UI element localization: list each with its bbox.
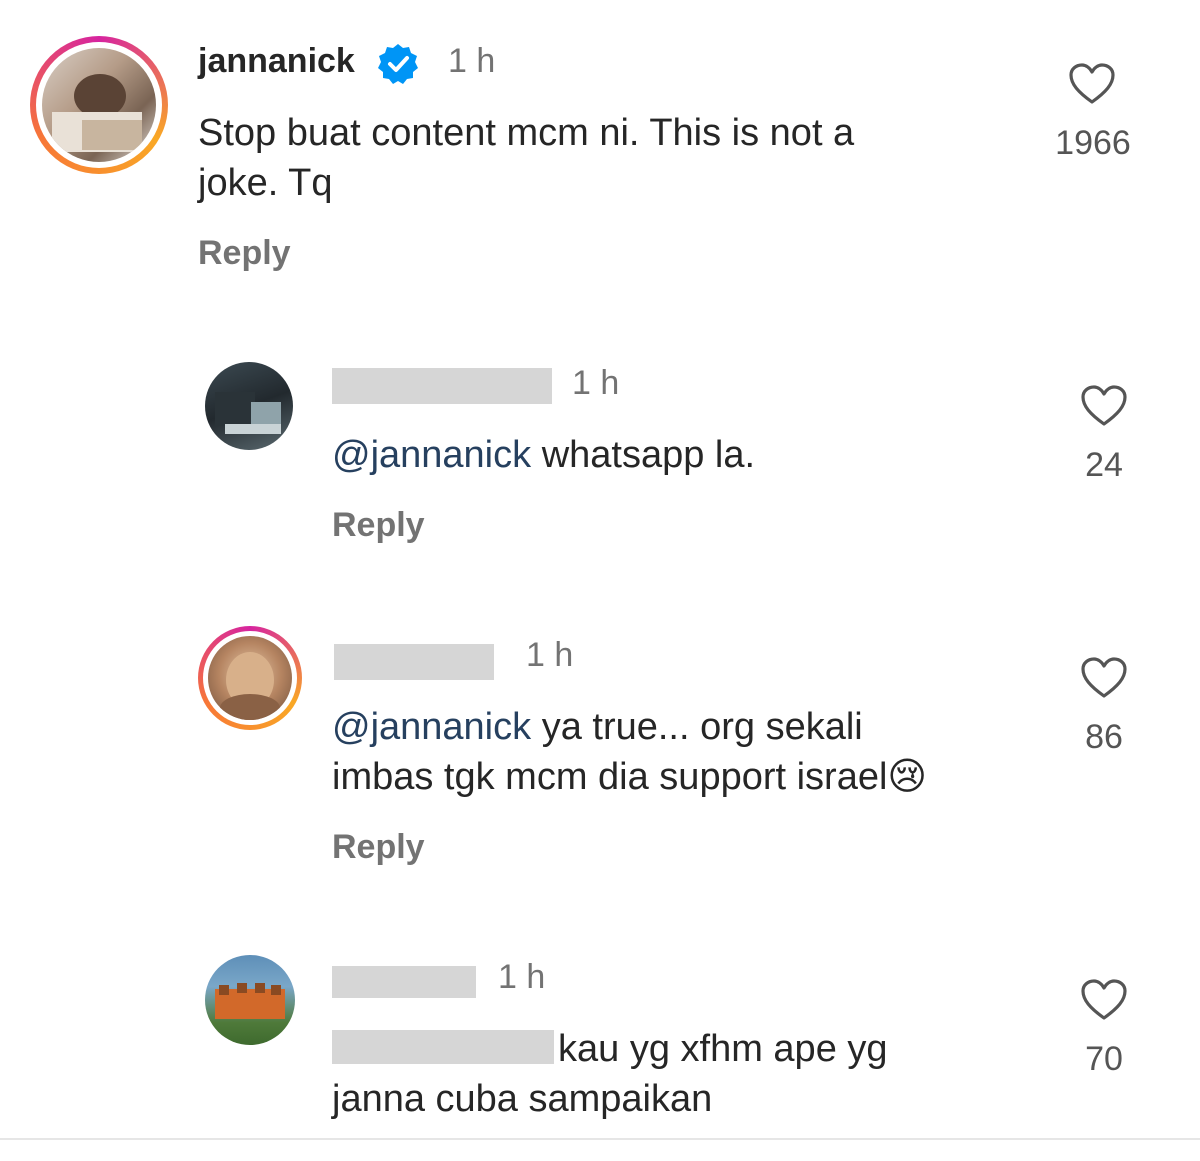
comment-body: ya true... org sekali <box>531 706 863 748</box>
comment-text-line: Stop buat content mcm ni. This is not a <box>198 112 855 154</box>
timestamp: 1 h <box>526 636 574 674</box>
username[interactable]: jannanick <box>198 42 355 81</box>
like-count: 86 <box>1085 718 1123 756</box>
reply-button[interactable]: Reply <box>332 828 425 867</box>
bottom-divider <box>0 1138 1200 1140</box>
reply-button[interactable]: Reply <box>332 506 425 545</box>
redacted-username <box>332 368 552 404</box>
timestamp: 1 h <box>572 364 620 402</box>
heart-outline-icon[interactable] <box>1068 62 1116 106</box>
comment-body: janna cuba sampaikan <box>332 1078 713 1120</box>
avatar[interactable] <box>205 362 293 450</box>
comment-text: @jannanick ya true... org sekali imbas t… <box>332 702 1052 802</box>
mention-link[interactable]: @jannanick <box>332 434 531 476</box>
redacted-username <box>334 644 494 680</box>
heart-outline-icon[interactable] <box>1080 384 1128 428</box>
comment-text: Stop buat content mcm ni. This is not a … <box>198 108 998 208</box>
comment-body: imbas tgk mcm dia support israel <box>332 756 888 798</box>
comment-body: kau yg xfhm ape yg <box>558 1028 888 1070</box>
like-count: 70 <box>1085 1040 1123 1078</box>
like-count: 24 <box>1085 446 1123 484</box>
avatar-image <box>220 652 280 720</box>
comment-text-line: joke. Tq <box>198 162 333 204</box>
reply-button[interactable]: Reply <box>198 234 291 273</box>
comment-text: kau yg xfhm ape yg janna cuba sampaikan <box>332 1024 1052 1124</box>
comment-body: whatsapp la. <box>531 434 756 476</box>
avatar-image <box>52 74 142 152</box>
like-count: 1966 <box>1055 124 1131 162</box>
heart-outline-icon[interactable] <box>1080 978 1128 1022</box>
redacted-username <box>332 966 476 998</box>
heart-outline-icon[interactable] <box>1080 656 1128 700</box>
timestamp: 1 h <box>498 958 546 996</box>
comment-text: @jannanick whatsapp la. <box>332 430 1012 480</box>
mention-link[interactable]: @jannanick <box>332 706 531 748</box>
avatar[interactable] <box>205 955 295 1045</box>
avatar[interactable] <box>42 48 156 162</box>
crying-face-emoji: 😢 <box>887 756 928 798</box>
avatar-image <box>215 392 281 434</box>
avatar[interactable] <box>208 636 292 720</box>
verified-badge-icon <box>378 44 418 84</box>
avatar-image <box>215 983 285 1019</box>
timestamp: 1 h <box>448 42 496 80</box>
